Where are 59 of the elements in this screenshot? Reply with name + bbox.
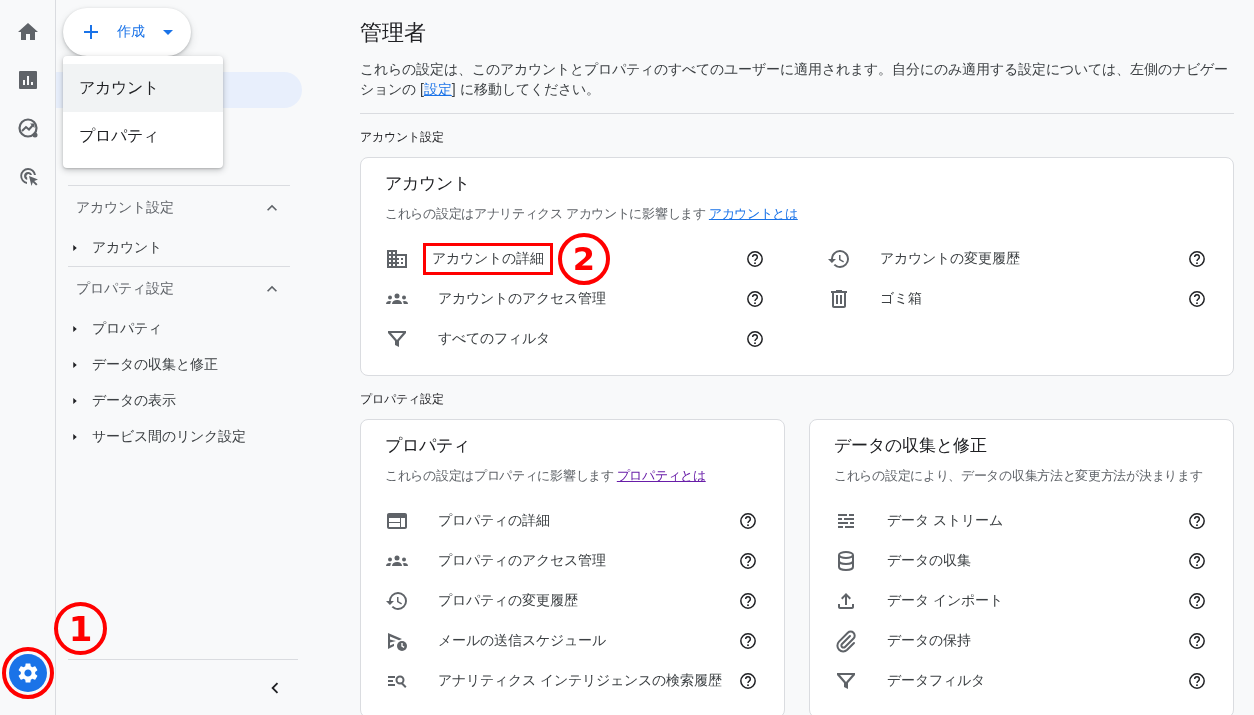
settings-link[interactable]: アカウントのアクセス管理 — [432, 286, 612, 312]
help-icon[interactable] — [738, 591, 758, 611]
section-header[interactable]: プロパティ設定 — [76, 280, 174, 298]
card-description: これらの設定はアナリティクス アカウントに影響します アカウントとは — [385, 206, 799, 223]
help-icon[interactable] — [1187, 249, 1207, 269]
help-icon[interactable] — [1187, 631, 1207, 651]
help-icon[interactable] — [738, 551, 758, 571]
settings-link[interactable]: メールの送信スケジュール — [432, 628, 612, 654]
page-description: これらの設定は、このアカウントとプロパティのすべてのユーザーに適用されます。自分にのみ適用する設定については、左側のナビゲーションの [設定] に移動してください。 — [360, 59, 1234, 114]
section-label: アカウント設定 — [360, 130, 445, 144]
history-icon — [827, 247, 851, 271]
paperclip-icon — [834, 629, 858, 653]
settings-link[interactable]: データフィルタ — [881, 668, 991, 694]
callout-number: 1 — [54, 602, 107, 655]
help-icon[interactable] — [745, 329, 765, 349]
caret-icon — [163, 29, 173, 35]
help-link[interactable]: プロパティとは — [616, 469, 706, 483]
settings-link[interactable]: ゴミ箱 — [874, 286, 928, 312]
page-title: 管理者 — [360, 19, 427, 47]
help-icon[interactable] — [1187, 511, 1207, 531]
settings-link[interactable]: アカウントの変更履歴 — [874, 246, 1026, 272]
help-link[interactable]: アカウントとは — [708, 207, 798, 221]
card-title: データの収集と修正 — [834, 435, 988, 457]
settings-link[interactable]: プロパティの変更履歴 — [432, 588, 584, 614]
menu-item[interactable]: プロパティ — [63, 112, 223, 160]
tree-item[interactable]: サービス間のリンク設定 — [92, 428, 246, 446]
settings-link[interactable]: データ インポート — [881, 588, 1009, 614]
callout-number: 2 — [558, 233, 610, 285]
settings-link[interactable]: アナリティクス インテリジェンスの検索履歴 — [432, 668, 728, 694]
help-icon[interactable] — [738, 671, 758, 691]
settings-link[interactable]: アカウントの詳細 — [426, 246, 550, 272]
settings-link[interactable]: プロパティのアクセス管理 — [432, 548, 612, 574]
card-description: これらの設定はプロパティに影響します プロパティとは — [385, 468, 707, 485]
help-icon[interactable] — [745, 249, 765, 269]
help-icon[interactable] — [738, 511, 758, 531]
tree-item[interactable]: データの表示 — [92, 392, 176, 410]
help-icon[interactable] — [1187, 671, 1207, 691]
tree-item[interactable]: データの収集と修正 — [92, 356, 218, 374]
help-icon[interactable] — [738, 631, 758, 651]
help-icon[interactable] — [745, 289, 765, 309]
settings-link[interactable]: すべてのフィルタ — [432, 326, 556, 352]
settings-link[interactable]: データの保持 — [881, 628, 977, 654]
section-header[interactable]: アカウント設定 — [76, 199, 174, 217]
section-label: プロパティ設定 — [360, 392, 445, 406]
building-icon — [385, 247, 409, 271]
card-description: これらの設定により、データの収集方法と変更方法が決まります — [834, 468, 1204, 485]
tree-item[interactable]: アカウント — [92, 239, 162, 257]
help-icon[interactable] — [1187, 591, 1207, 611]
help-icon[interactable] — [1187, 551, 1207, 571]
history-icon — [385, 589, 409, 613]
settings-link[interactable]: プロパティの詳細 — [432, 508, 556, 534]
menu-item[interactable]: アカウント — [63, 64, 223, 112]
card-title: アカウント — [385, 173, 471, 195]
settings-link[interactable]: データ ストリーム — [881, 508, 1009, 534]
help-icon[interactable] — [1187, 289, 1207, 309]
settings-link[interactable]: データの収集 — [881, 548, 977, 574]
tree-item[interactable]: プロパティ — [92, 320, 162, 338]
card-title: プロパティ — [385, 435, 471, 457]
create-button[interactable]: 作成 — [63, 8, 191, 56]
